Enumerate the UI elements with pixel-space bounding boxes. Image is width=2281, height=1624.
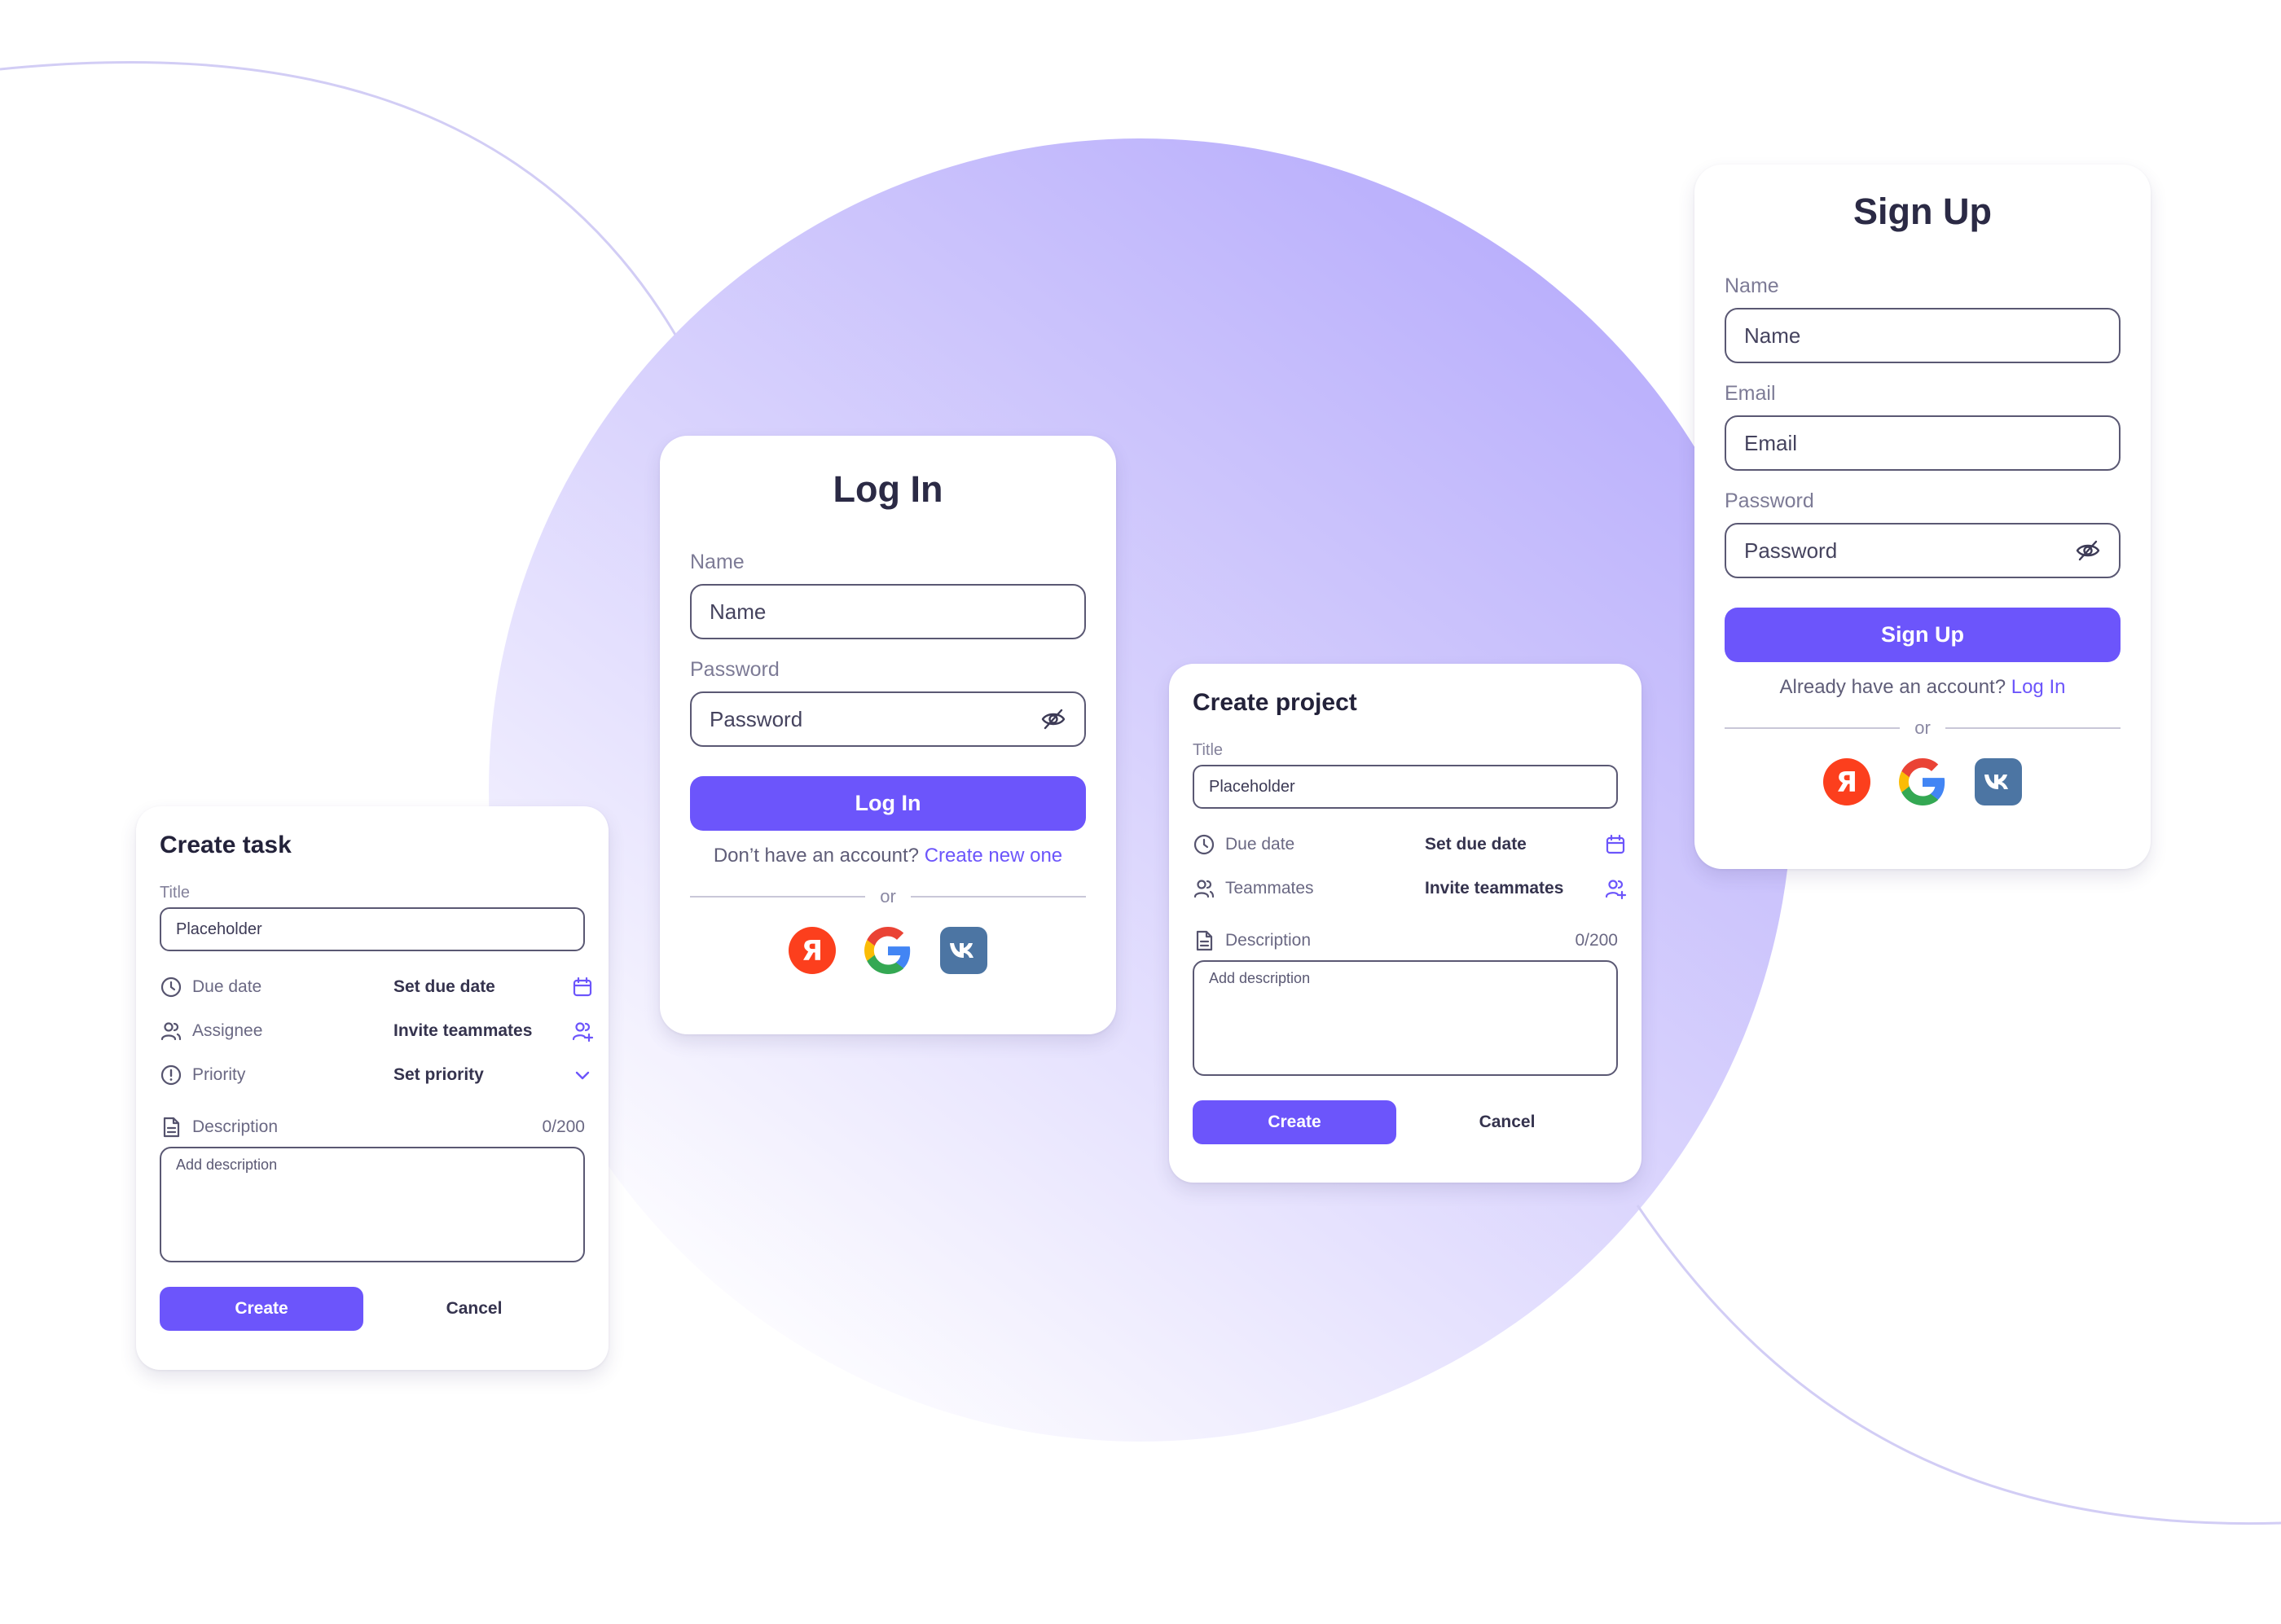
task-title-label: Title xyxy=(160,884,191,902)
task-due-date-label: Due date xyxy=(192,977,262,996)
project-cancel-button[interactable]: Cancel xyxy=(1396,1113,1618,1132)
project-description-counter: 0/200 xyxy=(1575,931,1618,950)
task-assignee-row[interactable]: Assignee Invite teammates xyxy=(160,1015,594,1047)
users-icon xyxy=(1193,880,1215,898)
signup-password-placeholder: Password xyxy=(1744,538,1838,563)
background-arc-left xyxy=(0,61,686,351)
login-divider: or xyxy=(690,886,1086,907)
eye-off-icon[interactable] xyxy=(2075,538,2101,564)
calendar-icon[interactable] xyxy=(571,976,594,999)
yandex-logo-icon[interactable]: Я xyxy=(789,927,836,974)
clock-icon xyxy=(1193,834,1215,855)
project-title-placeholder: Placeholder xyxy=(1209,777,1295,796)
yandex-logo-icon[interactable]: Я xyxy=(1823,758,1870,805)
task-priority-value[interactable]: Set priority xyxy=(393,1065,484,1085)
signup-switch-text: Already have an account? xyxy=(1779,676,2006,698)
clock-icon xyxy=(160,977,182,998)
task-priority-label: Priority xyxy=(192,1065,246,1084)
project-due-date-value[interactable]: Set due date xyxy=(1425,835,1527,854)
project-title-input[interactable]: Placeholder xyxy=(1193,765,1618,809)
signup-name-label: Name xyxy=(1725,274,1779,297)
task-create-button[interactable]: Create xyxy=(160,1287,363,1331)
task-description-textarea[interactable]: Add description xyxy=(160,1147,585,1262)
signup-password-label: Password xyxy=(1725,489,1814,512)
project-teammates-value[interactable]: Invite teammates xyxy=(1425,879,1563,898)
task-description-counter: 0/200 xyxy=(542,1117,585,1136)
task-description-placeholder: Add description xyxy=(176,1157,278,1173)
login-name-label: Name xyxy=(690,551,745,573)
vk-logo-icon[interactable] xyxy=(940,927,987,974)
project-due-date-row[interactable]: Due date Set due date xyxy=(1193,828,1625,861)
signup-divider-text: or xyxy=(1914,718,1931,738)
task-cancel-button[interactable]: Cancel xyxy=(363,1299,585,1319)
signup-social-row: Я xyxy=(1725,758,2121,805)
signup-name-placeholder: Name xyxy=(1744,323,1801,348)
signup-email-label: Email xyxy=(1725,382,1776,405)
google-logo-icon[interactable] xyxy=(864,927,912,974)
project-actions: Create Cancel xyxy=(1193,1100,1618,1144)
calendar-icon[interactable] xyxy=(1604,833,1627,856)
task-priority-row[interactable]: Priority Set priority xyxy=(160,1059,590,1091)
project-teammates-row[interactable]: Teammates Invite teammates xyxy=(1193,872,1627,905)
signup-submit-button[interactable]: Sign Up xyxy=(1725,608,2121,662)
task-assignee-label: Assignee xyxy=(192,1021,263,1040)
svg-text:Я: Я xyxy=(802,935,823,968)
add-user-icon[interactable] xyxy=(571,1020,594,1042)
signup-email-input[interactable]: Email xyxy=(1725,415,2121,471)
signup-password-input[interactable]: Password xyxy=(1725,523,2121,578)
project-title-label: Title xyxy=(1193,741,1224,759)
signup-title: Sign Up xyxy=(1853,191,1992,232)
login-card: Log In Name Name Password Password Log I… xyxy=(660,436,1116,1034)
project-description-textarea[interactable]: Add description xyxy=(1193,960,1618,1076)
task-title-input[interactable]: Placeholder xyxy=(160,907,585,951)
login-title: Log In xyxy=(833,468,943,510)
task-title-placeholder: Placeholder xyxy=(176,920,262,938)
login-password-placeholder: Password xyxy=(710,706,803,731)
login-password-input[interactable]: Password xyxy=(690,691,1086,747)
login-social-row: Я xyxy=(690,927,1086,974)
login-submit-button[interactable]: Log In xyxy=(690,776,1086,831)
create-account-link[interactable]: Create new one xyxy=(925,845,1062,867)
background-arc-right xyxy=(1636,1205,2281,1525)
project-create-button[interactable]: Create xyxy=(1193,1100,1396,1144)
task-actions: Create Cancel xyxy=(160,1287,585,1331)
vk-logo-icon[interactable] xyxy=(1975,758,2022,805)
project-description-placeholder: Add description xyxy=(1209,970,1311,986)
login-link[interactable]: Log In xyxy=(2011,676,2066,698)
task-description-header: Description 0/200 xyxy=(160,1116,585,1139)
create-project-title: Create project xyxy=(1193,689,1357,716)
task-due-date-row[interactable]: Due date Set due date xyxy=(160,971,592,1003)
chevron-down-icon[interactable] xyxy=(571,1064,594,1086)
svg-text:Я: Я xyxy=(1836,766,1857,799)
create-project-card: Create project Title Placeholder Due dat… xyxy=(1169,664,1642,1183)
task-assignee-value[interactable]: Invite teammates xyxy=(393,1021,532,1041)
signup-switch-row: Already have an account? Log In xyxy=(1725,675,2121,700)
login-switch-row: Don’t have an account? Create new one xyxy=(690,844,1086,868)
login-password-label: Password xyxy=(690,658,780,681)
signup-email-placeholder: Email xyxy=(1744,430,1798,455)
task-due-date-value[interactable]: Set due date xyxy=(393,977,495,997)
project-teammates-label: Teammates xyxy=(1225,879,1314,898)
login-name-input[interactable]: Name xyxy=(690,584,1086,639)
document-icon xyxy=(1196,930,1213,951)
project-description-label: Description xyxy=(1225,931,1312,950)
signup-card: Sign Up Name Name Email Email Password P… xyxy=(1694,165,2151,869)
login-divider-text: or xyxy=(880,886,896,906)
users-icon xyxy=(160,1022,182,1041)
alert-circle-icon xyxy=(160,1064,182,1086)
project-description-header: Description 0/200 xyxy=(1193,929,1618,952)
google-logo-icon[interactable] xyxy=(1899,758,1946,805)
login-name-placeholder: Name xyxy=(710,599,767,624)
login-switch-text: Don’t have an account? xyxy=(713,845,920,867)
create-task-title: Create task xyxy=(160,832,292,858)
create-task-card: Create task Title Placeholder Due date S… xyxy=(136,806,609,1370)
eye-off-icon[interactable] xyxy=(1040,706,1066,732)
signup-name-input[interactable]: Name xyxy=(1725,308,2121,363)
task-description-label: Description xyxy=(192,1117,279,1136)
add-user-icon[interactable] xyxy=(1604,877,1627,900)
signup-divider: or xyxy=(1725,718,2121,739)
project-due-date-label: Due date xyxy=(1225,835,1295,854)
document-icon xyxy=(163,1117,180,1138)
